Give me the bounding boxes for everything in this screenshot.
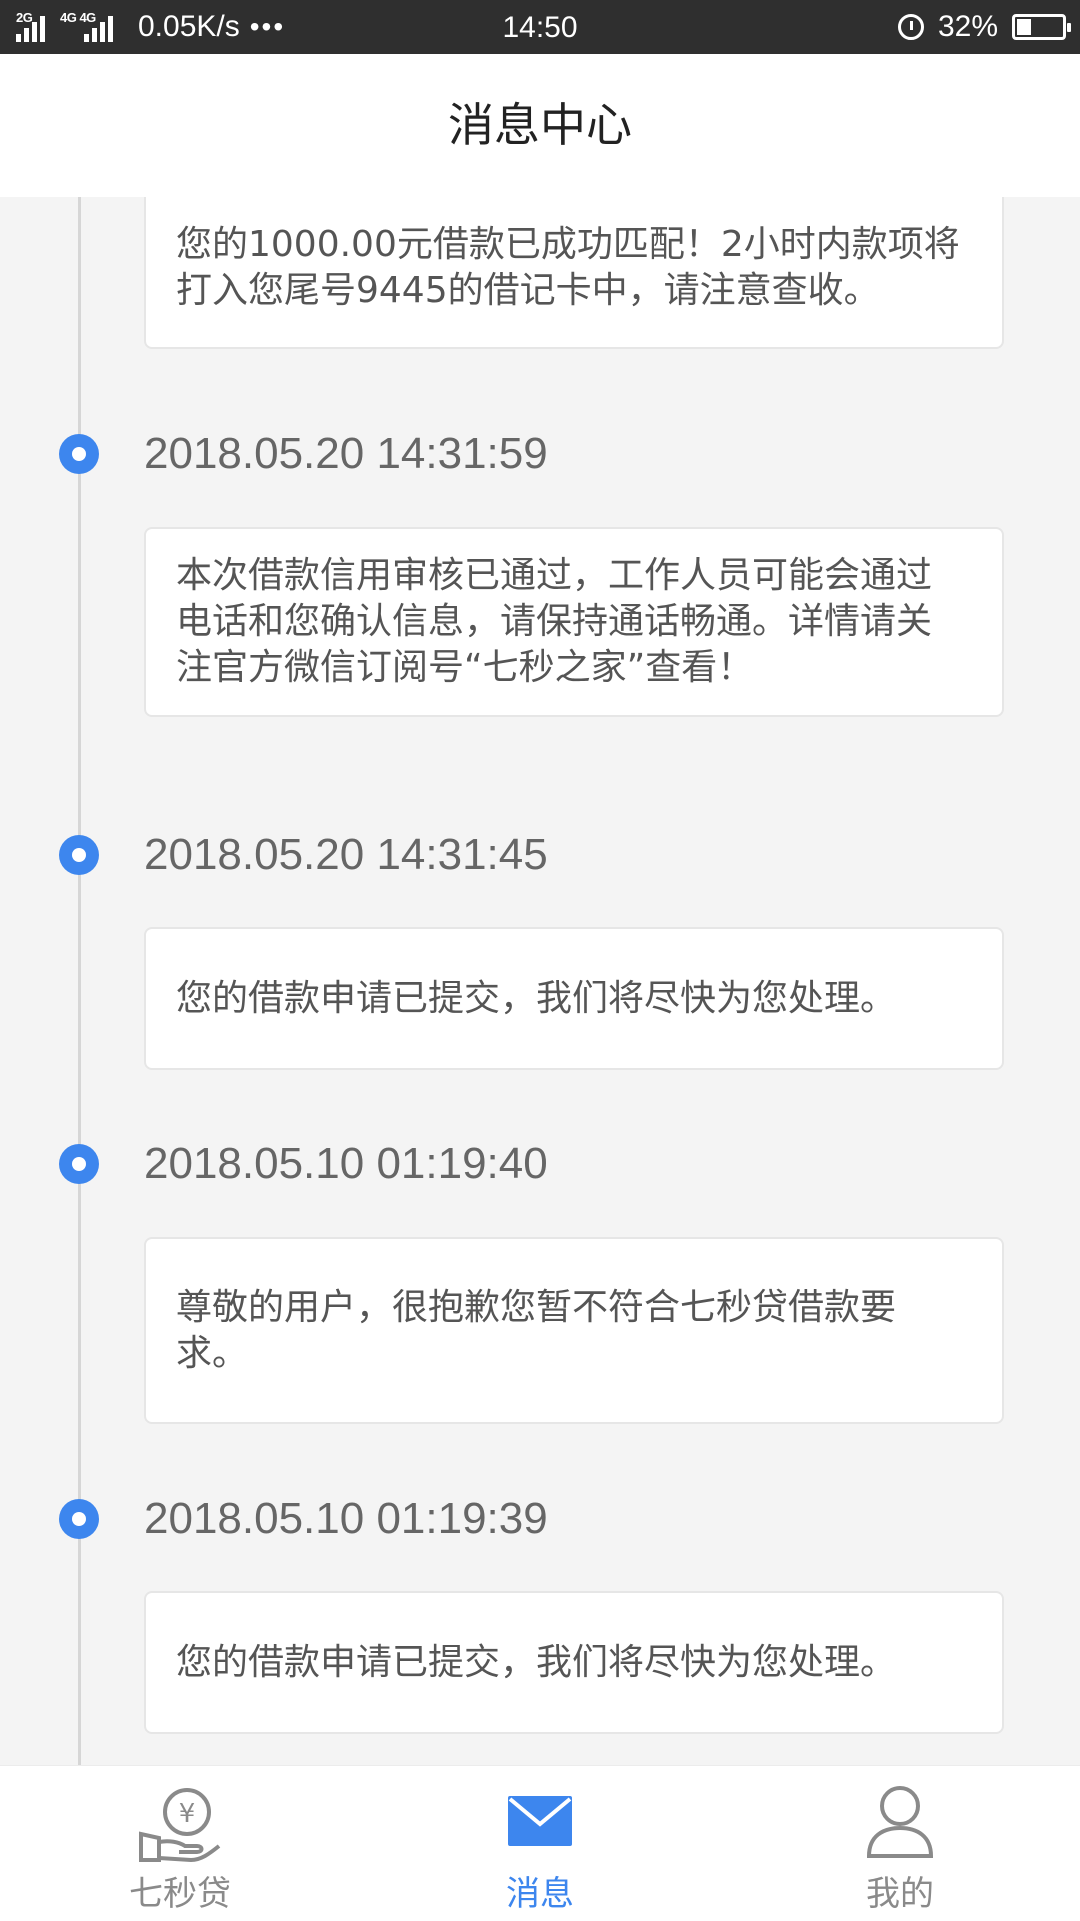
battery-fill	[1017, 19, 1032, 35]
timeline-dot-icon	[59, 434, 99, 474]
message-list[interactable]: 您的1000.00元借款已成功匹配！2小时内款项将打入您尾号9445的借记卡中，…	[0, 197, 1080, 1765]
battery-icon	[1012, 14, 1071, 40]
alarm-icon	[897, 14, 924, 40]
timeline-dot-icon	[59, 835, 99, 875]
mail-icon	[506, 1794, 574, 1852]
money-hand-icon: ¥	[135, 1784, 225, 1868]
message-text: 本次借款信用审核已通过，工作人员可能会通过电话和您确认信息，请保持通话畅通。详情…	[176, 555, 933, 688]
status-right: 32%	[897, 0, 1071, 54]
page-title: 消息中心	[0, 54, 1080, 197]
tab-label: 七秒贷	[129, 1874, 231, 1914]
timeline-dot-icon	[59, 1144, 99, 1184]
tab-mine[interactable]: 我的	[720, 1766, 1080, 1921]
user-icon	[865, 1784, 935, 1864]
tab-messages[interactable]: 消息	[360, 1766, 720, 1921]
message-text: 您的借款申请已提交，我们将尽快为您处理。	[176, 977, 897, 1019]
timeline-dot-icon	[59, 1499, 99, 1539]
message-timestamp: 2018.05.10 01:19:40	[144, 1139, 548, 1188]
message-card[interactable]: 您的借款申请已提交，我们将尽快为您处理。	[144, 1591, 1004, 1734]
battery-percent: 32%	[937, 10, 998, 43]
message-card[interactable]: 本次借款信用审核已通过，工作人员可能会通过电话和您确认信息，请保持通话畅通。详情…	[144, 527, 1004, 717]
tab-label: 我的	[866, 1874, 934, 1914]
svg-text:¥: ¥	[179, 1799, 196, 1829]
status-bar: 2G 4G 4G 0.05K/s ••• 14:50 32%	[0, 0, 1080, 54]
message-card[interactable]: 您的1000.00元借款已成功匹配！2小时内款项将打入您尾号9445的借记卡中，…	[144, 197, 1004, 349]
message-text: 您的1000.00元借款已成功匹配！2小时内款项将打入您尾号9445的借记卡中，…	[176, 224, 960, 311]
message-text: 您的借款申请已提交，我们将尽快为您处理。	[176, 1641, 897, 1683]
message-text: 尊敬的用户，很抱歉您暂不符合七秒贷借款要求。	[176, 1286, 897, 1374]
message-timestamp: 2018.05.10 01:19:39	[144, 1494, 548, 1543]
tab-qimiaodai[interactable]: ¥ 七秒贷	[0, 1766, 360, 1921]
message-card[interactable]: 尊敬的用户，很抱歉您暂不符合七秒贷借款要求。	[144, 1237, 1004, 1424]
bottom-tab-bar: ¥ 七秒贷 消息 我的	[0, 1765, 1080, 1921]
message-timestamp: 2018.05.20 14:31:59	[144, 429, 548, 478]
tab-label: 消息	[506, 1874, 574, 1914]
message-timestamp: 2018.05.20 14:31:45	[144, 830, 548, 879]
message-card[interactable]: 您的借款申请已提交，我们将尽快为您处理。	[144, 927, 1004, 1070]
